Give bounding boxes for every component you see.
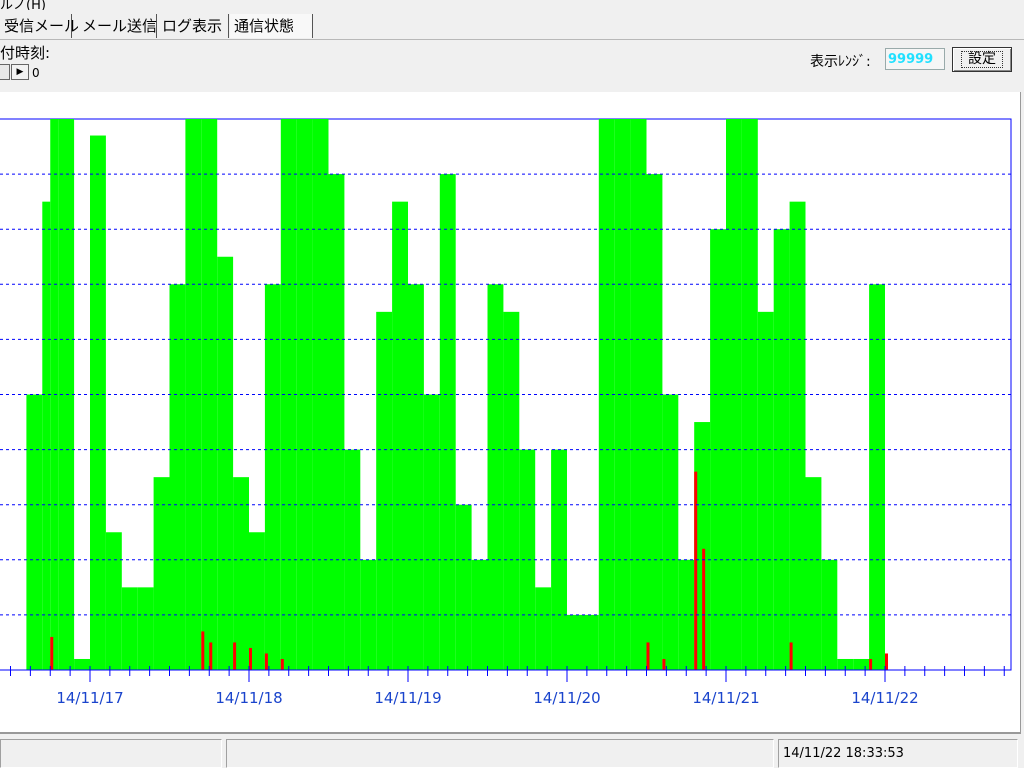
download-bar — [646, 642, 650, 670]
menu-item-help-partial[interactable]: ルノ(H) — [0, 0, 46, 10]
set-button[interactable]: 設定 — [952, 47, 1012, 72]
tab-connection-status[interactable]: 通信状態 — [230, 14, 313, 38]
upload-bar — [757, 311, 774, 670]
datetime-label: 付時刻: — [0, 44, 51, 62]
upload-bar — [217, 256, 234, 670]
download-bar — [201, 631, 205, 670]
upload-bar — [26, 394, 43, 670]
upload-bar — [121, 587, 138, 670]
status-timestamp: 14/11/22 18:33:53 — [783, 746, 904, 761]
download-bar — [694, 471, 698, 670]
upload-bar — [408, 284, 424, 670]
download-bar — [209, 642, 213, 670]
status-cell-1 — [0, 739, 222, 768]
status-bar: 14/11/22 18:33:53 — [0, 737, 1024, 768]
range-label: 表示ﾚﾝｼﾞ: — [810, 54, 871, 70]
upload-bar — [264, 284, 281, 670]
upload-bar — [74, 658, 90, 670]
spin-left-button[interactable] — [0, 64, 10, 80]
upload-bar — [567, 614, 599, 670]
x-tick-label: 14/11/17 — [56, 689, 123, 707]
spin-right-button[interactable]: ▶ — [11, 64, 29, 80]
range-input[interactable] — [885, 48, 945, 70]
upload-bar — [710, 229, 726, 670]
upload-bar — [471, 559, 488, 670]
set-button-label: 設定 — [961, 51, 1003, 68]
download-bar — [280, 658, 284, 670]
right-triangle-icon: ▶ — [16, 67, 24, 77]
download-bar — [50, 636, 54, 670]
upload-bar — [328, 174, 345, 670]
download-bar — [662, 658, 666, 670]
traffic-chart: 14/11/17 14/11/18 14/11/19 14/11/20 14/11/21… — [0, 118, 1012, 707]
upload-bar — [869, 284, 885, 670]
upload-bar — [789, 201, 806, 670]
x-tick-label: 14/11/19 — [374, 689, 441, 707]
upload-bar — [153, 477, 170, 670]
x-tick-label: 14/11/22 — [851, 689, 918, 707]
tab-received-mail[interactable]: 受信メール — [0, 14, 79, 38]
download-bar — [233, 642, 237, 670]
x-tick-label: 14/11/18 — [215, 689, 282, 707]
tab-log-view[interactable]: ログ表示 — [158, 14, 229, 38]
upload-bar — [853, 658, 870, 670]
status-cell-time: 14/11/22 18:33:53 — [778, 739, 1018, 768]
download-bar — [789, 642, 793, 670]
upload-bar — [503, 311, 520, 670]
upload-bar — [423, 394, 440, 670]
download-bar — [702, 548, 706, 670]
menu-bar: ルノ(H) — [0, 0, 1024, 10]
upload-bar — [344, 449, 361, 670]
upload-bar — [439, 174, 456, 670]
upload-bar — [42, 201, 51, 670]
upload-bar — [455, 504, 472, 670]
upload-bar — [487, 284, 504, 670]
upload-bar — [137, 587, 154, 670]
chart-panel: 14/11/17 14/11/18 14/11/19 14/11/20 14/11/21… — [0, 92, 1021, 734]
tab-send-mail[interactable]: メール送信 — [78, 14, 157, 38]
upload-bar — [614, 119, 631, 670]
upload-bar — [662, 394, 679, 670]
upload-bar — [105, 532, 122, 670]
download-bar — [264, 653, 268, 670]
x-tick-label: 14/11/21 — [692, 689, 759, 707]
upload-bar — [535, 587, 552, 670]
upload-bar — [233, 477, 249, 670]
upload-bar — [296, 119, 313, 670]
status-cell-2 — [226, 739, 774, 768]
x-tick-label: 14/11/20 — [533, 689, 600, 707]
upload-bar — [805, 477, 822, 670]
upload-bar — [169, 284, 186, 670]
upload-bar — [519, 449, 536, 670]
upload-bar — [646, 174, 663, 670]
upload-bar — [201, 119, 218, 670]
upload-bar — [376, 311, 393, 670]
spin-value: 0 — [32, 66, 40, 80]
upload-bar — [392, 201, 408, 670]
upload-bar — [90, 135, 106, 670]
tab-strip: 受信メール メール送信 ログ表示 通信状態 — [0, 12, 1024, 40]
chart-toolbar: 付時刻: ▶ 0 表示ﾚﾝｼﾞ: 設定 — [0, 40, 1024, 90]
download-bar — [869, 658, 873, 670]
